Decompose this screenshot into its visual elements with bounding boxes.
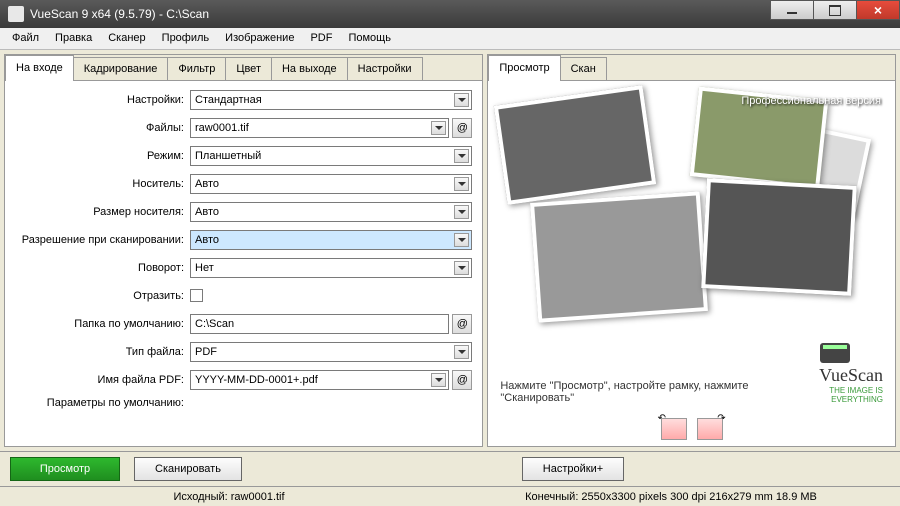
resolution-label: Разрешение при сканировании: [15,234,190,246]
mode-label: Режим: [15,150,190,162]
scan-button[interactable]: Сканировать [134,457,242,481]
left-tabs: На входе Кадрирование Фильтр Цвет На вых… [5,55,482,81]
settings-button[interactable]: Настройки+ [522,457,624,481]
button-bar: Просмотр Сканировать Настройки+ [0,451,900,487]
pdfname-label: Имя файла PDF: [15,374,190,386]
preview-hint-row: Нажмите "Просмотр", настройте рамку, наж… [494,343,889,404]
mirror-checkbox[interactable] [190,289,203,302]
tab-filter[interactable]: Фильтр [167,57,226,80]
chevron-down-icon[interactable] [454,149,469,163]
folder-input[interactable]: C:\Scan [190,314,449,334]
files-combo[interactable]: raw0001.tif [190,118,449,138]
window-title: VueScan 9 x64 (9.5.79) - C:\Scan [30,7,771,21]
menu-help[interactable]: Помощь [342,30,397,46]
preview-area: Профессиональная версия Нажмите "Просмот… [488,81,895,446]
chevron-down-icon[interactable] [431,373,446,387]
preview-collage: Профессиональная версия [494,87,889,337]
filetype-label: Тип файла: [15,346,190,358]
chevron-down-icon[interactable] [454,177,469,191]
tab-scan[interactable]: Скан [560,57,607,80]
app-icon [8,6,24,22]
settings-combo[interactable]: Стандартная [190,90,472,110]
right-tabs: Просмотр Скан [488,55,895,81]
form-area: Настройки:Стандартная Файлы:raw0001.tif@… [5,81,482,446]
preview-hint: Нажмите "Просмотр", настройте рамку, наж… [500,380,787,404]
mode-combo[interactable]: Планшетный [190,146,472,166]
settings-label: Настройки: [15,94,190,106]
chevron-down-icon[interactable] [454,261,469,275]
menu-edit[interactable]: Правка [49,30,98,46]
media-label: Носитель: [15,178,190,190]
resolution-combo[interactable]: Авто [190,230,472,250]
menu-pdf[interactable]: PDF [304,30,338,46]
pdfname-combo[interactable]: YYYY-MM-DD-0001+.pdf [190,370,449,390]
sample-photo [530,191,708,323]
rotate-left-button[interactable] [661,418,687,440]
chevron-down-icon[interactable] [454,233,469,247]
menubar: Файл Правка Сканер Профиль Изображение P… [0,28,900,50]
right-panel: Просмотр Скан Профессиональная версия На… [487,54,896,447]
pdfname-at-button[interactable]: @ [452,370,472,390]
rotate-right-button[interactable] [697,418,723,440]
rotate-combo[interactable]: Нет [190,258,472,278]
filetype-combo[interactable]: PDF [190,342,472,362]
maximize-button[interactable] [813,0,857,20]
sample-photo [702,178,858,296]
titlebar[interactable]: VueScan 9 x64 (9.5.79) - C:\Scan × [0,0,900,28]
mirror-label: Отразить: [15,290,190,302]
tab-color[interactable]: Цвет [225,57,272,80]
preview-button[interactable]: Просмотр [10,457,120,481]
scanner-icon [820,343,850,363]
status-dest: Конечный: 2550x3300 pixels 300 dpi 216x2… [450,491,892,503]
status-source: Исходный: raw0001.tif [8,491,450,503]
chevron-down-icon[interactable] [454,205,469,219]
media-combo[interactable]: Авто [190,174,472,194]
vuescan-logo: VueScan THE IMAGE IS EVERYTHING [788,343,883,404]
chevron-down-icon[interactable] [454,93,469,107]
mediasize-combo[interactable]: Авто [190,202,472,222]
content-area: На входе Кадрирование Фильтр Цвет На вых… [0,50,900,451]
tab-preview[interactable]: Просмотр [488,55,560,80]
tab-output[interactable]: На выходе [271,57,348,80]
tab-prefs[interactable]: Настройки [347,57,423,80]
rotate-thumbs [661,418,723,440]
mediasize-label: Размер носителя: [15,206,190,218]
files-at-button[interactable]: @ [452,118,472,138]
version-text: Профессиональная версия [741,95,881,107]
left-panel: На входе Кадрирование Фильтр Цвет На вых… [4,54,483,447]
tab-input[interactable]: На входе [5,55,74,80]
defaults-label: Параметры по умолчанию: [15,397,190,409]
chevron-down-icon[interactable] [454,345,469,359]
app-window: VueScan 9 x64 (9.5.79) - C:\Scan × Файл … [0,0,900,506]
folder-label: Папка по умолчанию: [15,318,190,330]
files-label: Файлы: [15,122,190,134]
folder-at-button[interactable]: @ [452,314,472,334]
status-bar: Исходный: raw0001.tif Конечный: 2550x330… [0,486,900,506]
chevron-down-icon[interactable] [431,121,446,135]
window-controls: × [771,0,900,28]
menu-profile[interactable]: Профиль [156,30,216,46]
rotate-label: Поворот: [15,262,190,274]
menu-file[interactable]: Файл [6,30,45,46]
sample-photo [494,85,656,205]
menu-image[interactable]: Изображение [219,30,300,46]
tab-crop[interactable]: Кадрирование [73,57,169,80]
close-button[interactable]: × [856,0,900,20]
menu-scanner[interactable]: Сканер [102,30,151,46]
minimize-button[interactable] [770,0,814,20]
